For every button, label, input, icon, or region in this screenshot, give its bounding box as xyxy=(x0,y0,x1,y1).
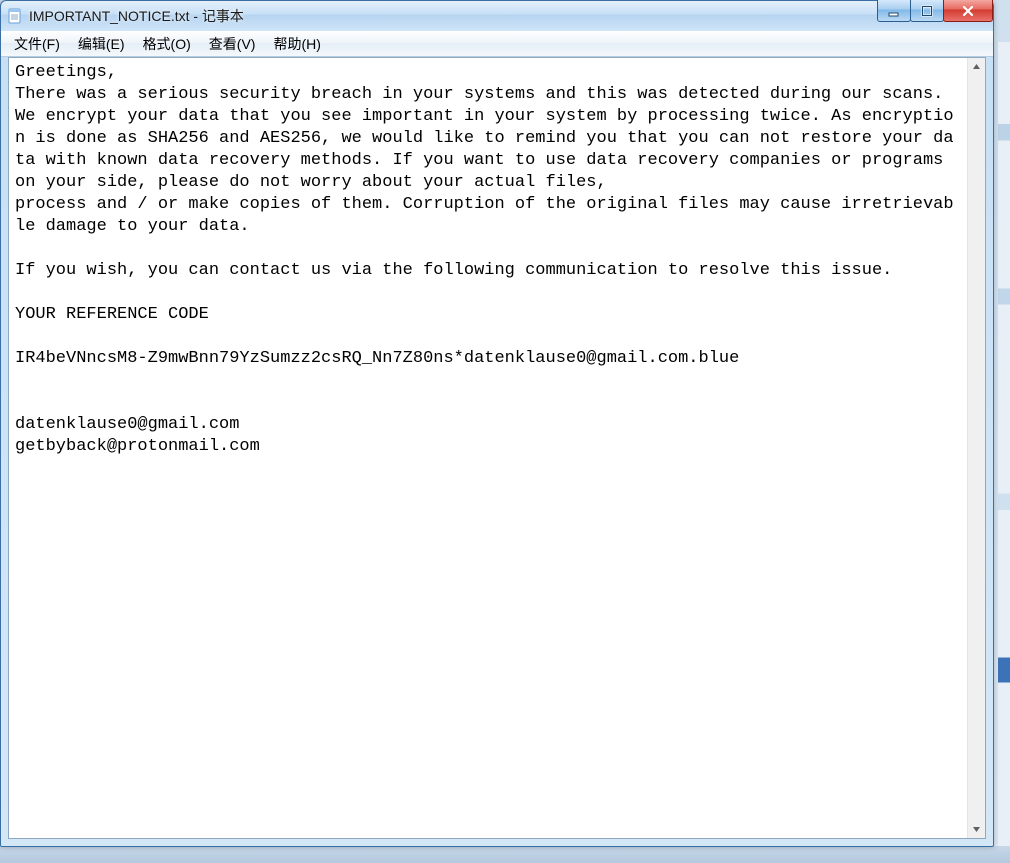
window-controls xyxy=(878,0,993,22)
titlebar[interactable]: IMPORTANT_NOTICE.txt - 记事本 xyxy=(1,1,993,31)
menu-format[interactable]: 格式(O) xyxy=(134,33,200,55)
menu-file[interactable]: 文件(F) xyxy=(5,33,69,55)
close-button[interactable] xyxy=(943,0,993,22)
window-title: IMPORTANT_NOTICE.txt - 记事本 xyxy=(29,6,244,26)
menubar: 文件(F) 编辑(E) 格式(O) 查看(V) 帮助(H) xyxy=(1,31,993,57)
client-area: Greetings, There was a serious security … xyxy=(8,57,986,839)
menu-help[interactable]: 帮助(H) xyxy=(264,33,329,55)
background-window-edge xyxy=(998,42,1010,863)
maximize-button[interactable] xyxy=(910,0,944,22)
notepad-app-icon xyxy=(7,8,23,24)
minimize-button[interactable] xyxy=(877,0,911,22)
scroll-down-arrow-icon[interactable] xyxy=(969,821,984,838)
taskbar-edge xyxy=(0,846,1010,863)
desktop-background: IMPORTANT_NOTICE.txt - 记事本 xyxy=(0,0,1010,863)
menu-view[interactable]: 查看(V) xyxy=(200,33,265,55)
notepad-window: IMPORTANT_NOTICE.txt - 记事本 xyxy=(0,0,994,847)
vertical-scrollbar[interactable] xyxy=(967,58,985,838)
scroll-track[interactable] xyxy=(968,75,985,821)
scroll-up-arrow-icon[interactable] xyxy=(969,58,984,75)
menu-edit[interactable]: 编辑(E) xyxy=(69,33,134,55)
text-content[interactable]: Greetings, There was a serious security … xyxy=(9,58,967,838)
